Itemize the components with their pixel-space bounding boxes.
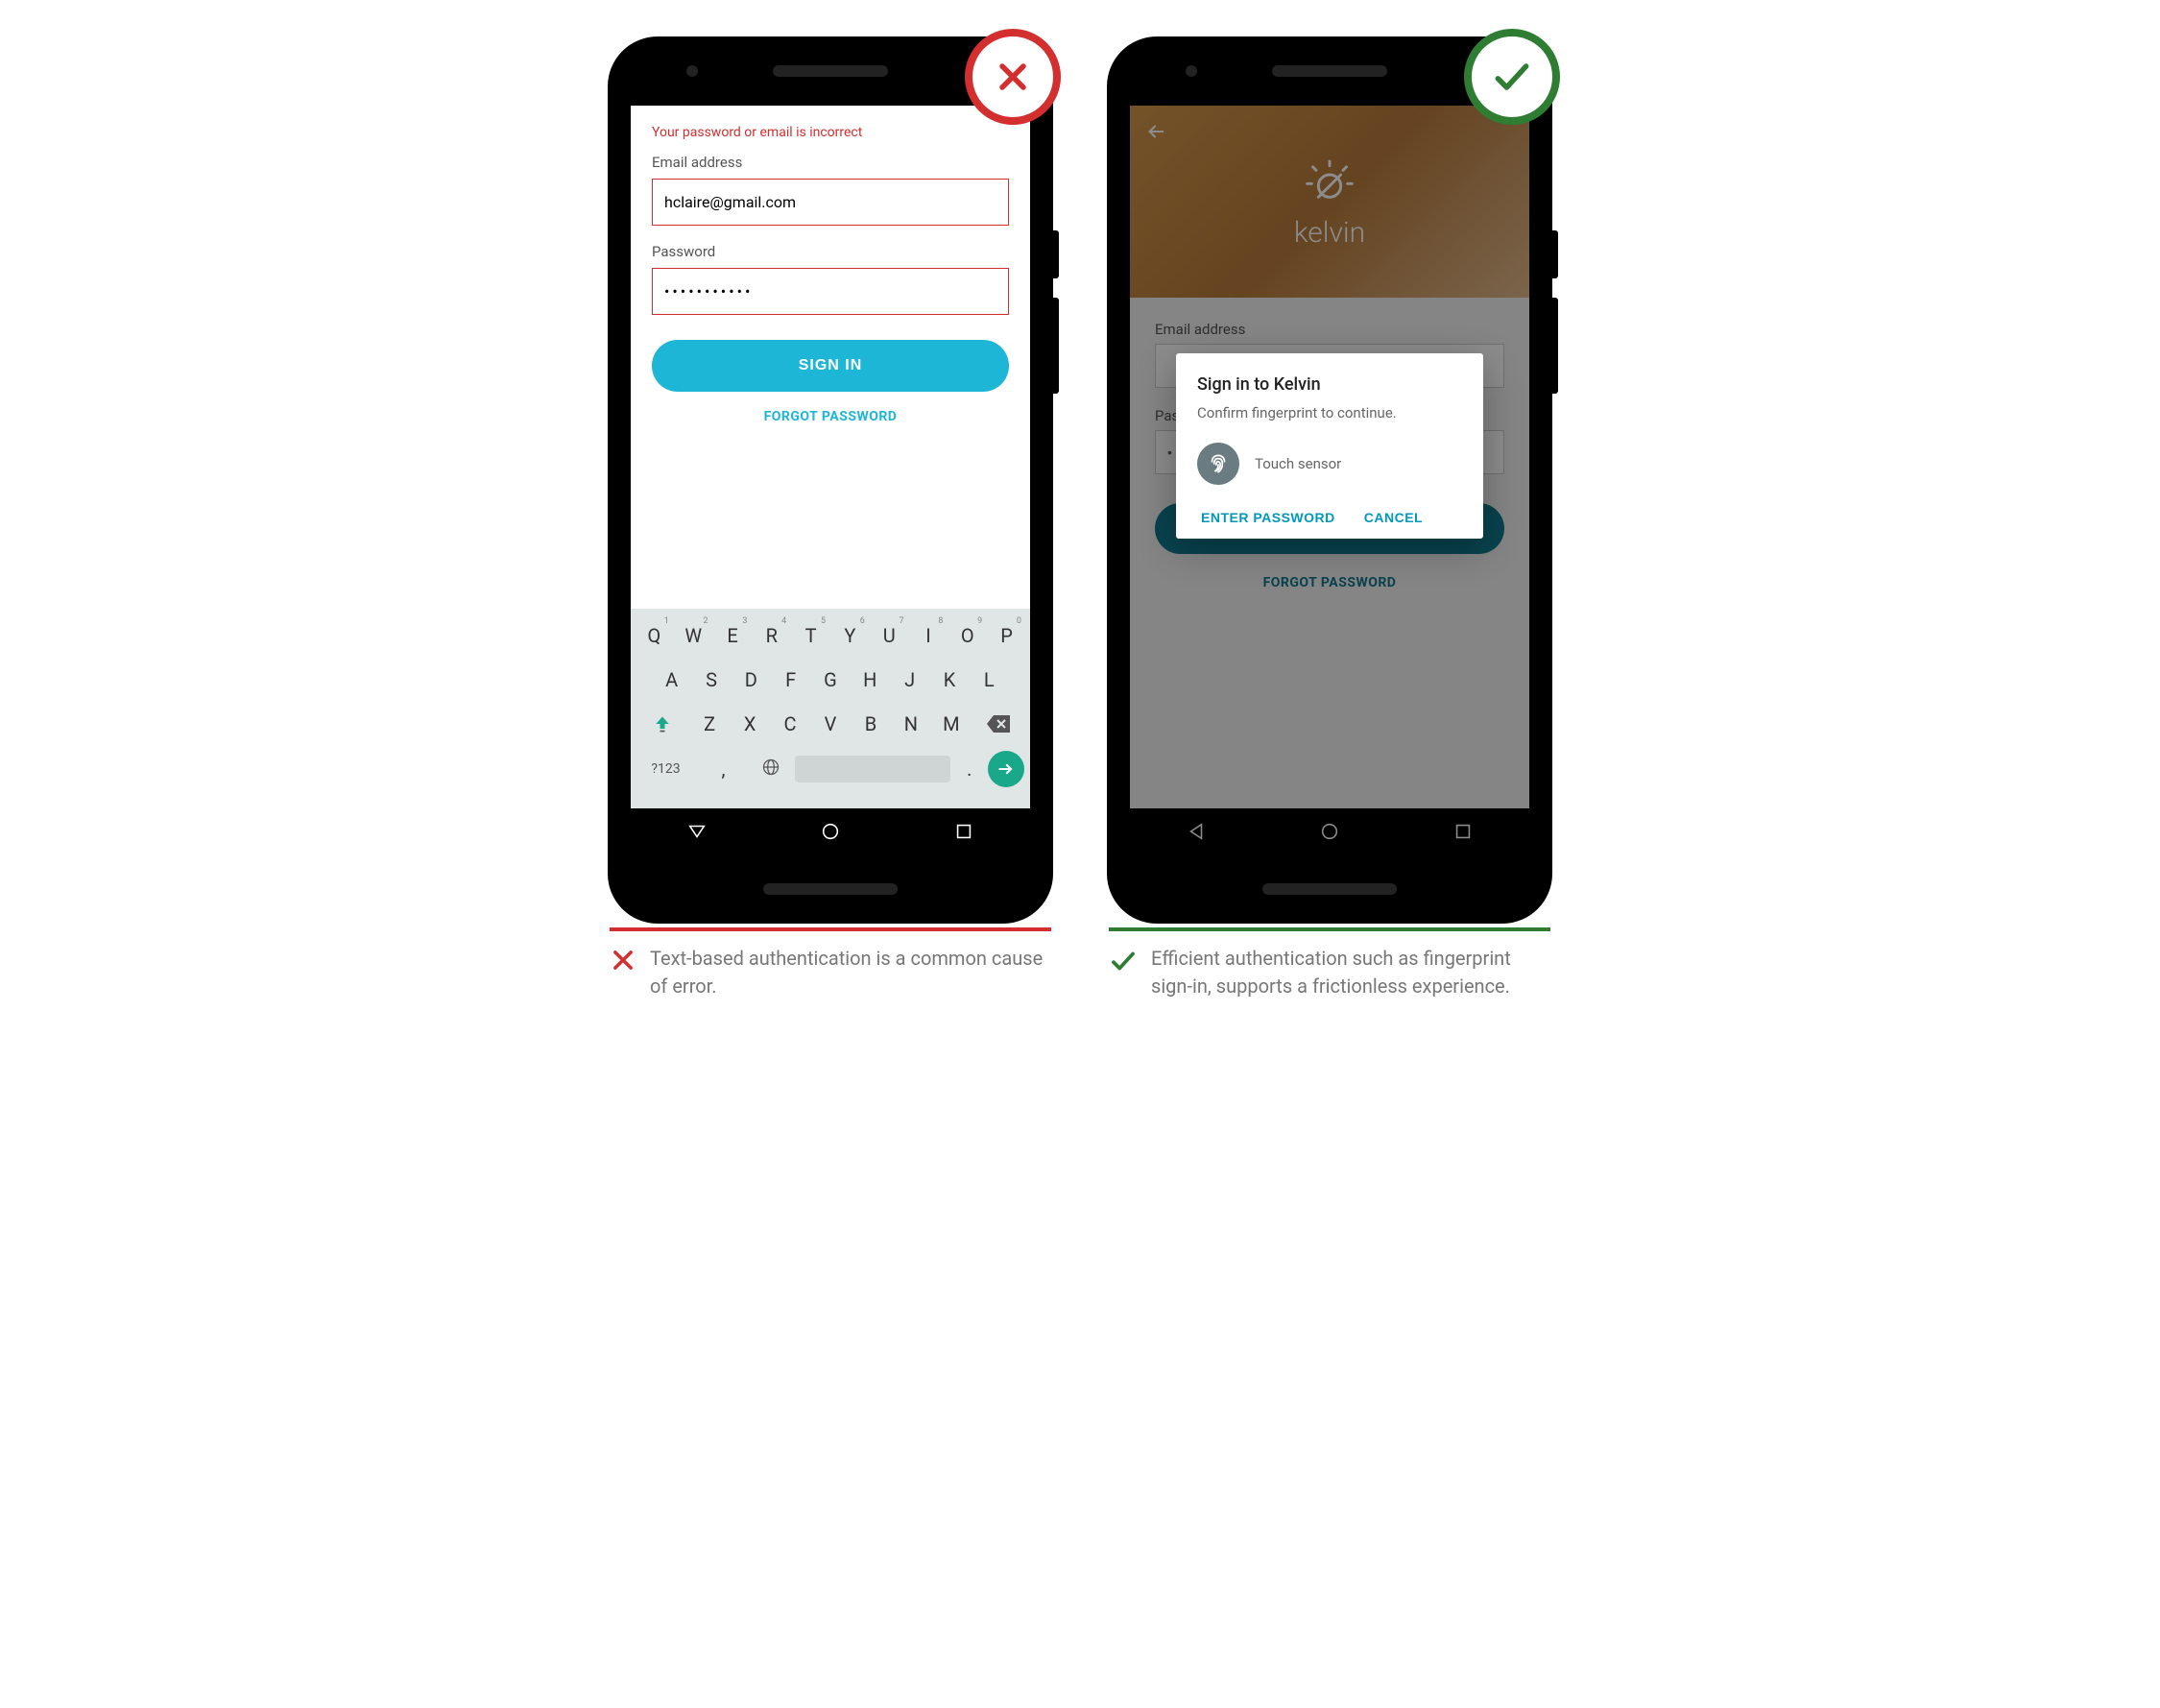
side-button (1051, 298, 1059, 394)
caption-dont: Text-based authentication is a common ca… (610, 945, 1051, 1000)
enter-password-button[interactable]: ENTER PASSWORD (1201, 510, 1335, 525)
key-t[interactable]: 5T (793, 618, 828, 653)
key-p[interactable]: 0P (989, 618, 1024, 653)
key-d[interactable]: D (733, 662, 769, 697)
key-b[interactable]: B (852, 707, 889, 741)
back-icon[interactable] (686, 821, 708, 842)
key-v[interactable]: V (812, 707, 849, 741)
keyboard-row-4: ?123 , . (636, 751, 1024, 787)
fingerprint-dialog: Sign in to Kelvin Confirm fingerprint to… (1176, 353, 1483, 539)
keyboard-row-2: A S D F G H J K L (636, 662, 1024, 697)
key-l[interactable]: L (972, 662, 1007, 697)
phone-wrap-left: Your password or email is incorrect Emai… (610, 38, 1051, 922)
check-icon (1109, 947, 1138, 975)
key-a[interactable]: A (654, 662, 689, 697)
email-input[interactable] (652, 179, 1009, 226)
side-button (1550, 230, 1558, 278)
phone-wrap-right: kelvin Email address Password SIGN IN FO… (1109, 38, 1550, 922)
period-key[interactable]: . (954, 752, 984, 786)
go-key[interactable] (988, 751, 1024, 787)
dialog-actions: ENTER PASSWORD CANCEL (1197, 510, 1462, 525)
touch-sensor-label: Touch sensor (1255, 455, 1341, 472)
key-y[interactable]: 6Y (832, 618, 868, 653)
arrow-right-icon (996, 759, 1016, 779)
badge-do (1464, 29, 1560, 125)
backspace-key[interactable] (973, 707, 1024, 741)
globe-icon (761, 758, 780, 777)
fingerprint-icon (1206, 451, 1231, 476)
nav-bar (631, 808, 1030, 854)
caption-text-do: Efficient authentication such as fingerp… (1151, 945, 1550, 1000)
fingerprint-icon-circle (1197, 443, 1239, 485)
side-button (1550, 298, 1558, 394)
spacebar[interactable] (795, 756, 951, 782)
x-icon (610, 947, 636, 974)
dialog-title: Sign in to Kelvin (1197, 374, 1462, 395)
caption-do: Efficient authentication such as fingerp… (1109, 945, 1550, 1000)
badge-dont (965, 29, 1061, 125)
forgot-password-link[interactable]: FORGOT PASSWORD (652, 409, 1009, 424)
caption-bar-do (1109, 927, 1550, 931)
screen-left: Your password or email is incorrect Emai… (631, 106, 1030, 854)
camera-dot (1186, 65, 1197, 77)
key-n[interactable]: N (893, 707, 929, 741)
keyboard-row-1: 1Q 2W 3E 4R 5T 6Y 7U 8I 9O 0P (636, 618, 1024, 653)
language-key[interactable] (752, 752, 791, 787)
key-g[interactable]: G (812, 662, 848, 697)
key-s[interactable]: S (693, 662, 729, 697)
login-form: Your password or email is incorrect Emai… (631, 106, 1030, 424)
backspace-icon (987, 715, 1010, 733)
fingerprint-row: Touch sensor (1197, 443, 1462, 485)
caption-bar-dont (610, 927, 1051, 931)
key-w[interactable]: 2W (676, 618, 711, 653)
symbols-key[interactable]: ?123 (636, 756, 695, 782)
key-o[interactable]: 9O (949, 618, 985, 653)
shift-key[interactable] (636, 707, 687, 741)
screen-right: kelvin Email address Password SIGN IN FO… (1130, 106, 1529, 854)
caption-text-dont: Text-based authentication is a common ca… (650, 945, 1051, 1000)
password-input[interactable] (652, 268, 1009, 315)
key-r[interactable]: 4R (754, 618, 789, 653)
key-z[interactable]: Z (691, 707, 728, 741)
key-q[interactable]: 1Q (636, 618, 672, 653)
keyboard-row-3: Z X C V B N M (636, 707, 1024, 741)
dialog-subtitle: Confirm fingerprint to continue. (1197, 404, 1462, 421)
home-icon[interactable] (820, 821, 841, 842)
key-i[interactable]: 8I (911, 618, 947, 653)
email-label: Email address (652, 154, 1009, 171)
key-f[interactable]: F (773, 662, 808, 697)
key-u[interactable]: 7U (872, 618, 907, 653)
shift-icon (653, 714, 672, 734)
phone-frame-left: Your password or email is incorrect Emai… (610, 38, 1051, 922)
error-message: Your password or email is incorrect (652, 125, 1009, 140)
cancel-button[interactable]: CANCEL (1364, 510, 1423, 525)
key-h[interactable]: H (852, 662, 888, 697)
camera-dot (686, 65, 698, 77)
key-j[interactable]: J (892, 662, 927, 697)
signin-button[interactable]: SIGN IN (652, 340, 1009, 392)
side-button (1051, 230, 1059, 278)
key-x[interactable]: X (732, 707, 768, 741)
phone-frame-right: kelvin Email address Password SIGN IN FO… (1109, 38, 1550, 922)
soft-keyboard[interactable]: 1Q 2W 3E 4R 5T 6Y 7U 8I 9O 0P A S (631, 609, 1030, 808)
example-dont: Your password or email is incorrect Emai… (610, 38, 1051, 1000)
key-c[interactable]: C (772, 707, 808, 741)
key-k[interactable]: K (931, 662, 967, 697)
check-icon (1491, 56, 1533, 98)
key-m[interactable]: M (933, 707, 970, 741)
key-e[interactable]: 3E (715, 618, 751, 653)
comma-key[interactable]: , (699, 752, 748, 786)
x-icon (992, 56, 1034, 98)
password-label: Password (652, 243, 1009, 260)
example-do: kelvin Email address Password SIGN IN FO… (1109, 38, 1550, 1000)
overview-icon[interactable] (953, 821, 974, 842)
